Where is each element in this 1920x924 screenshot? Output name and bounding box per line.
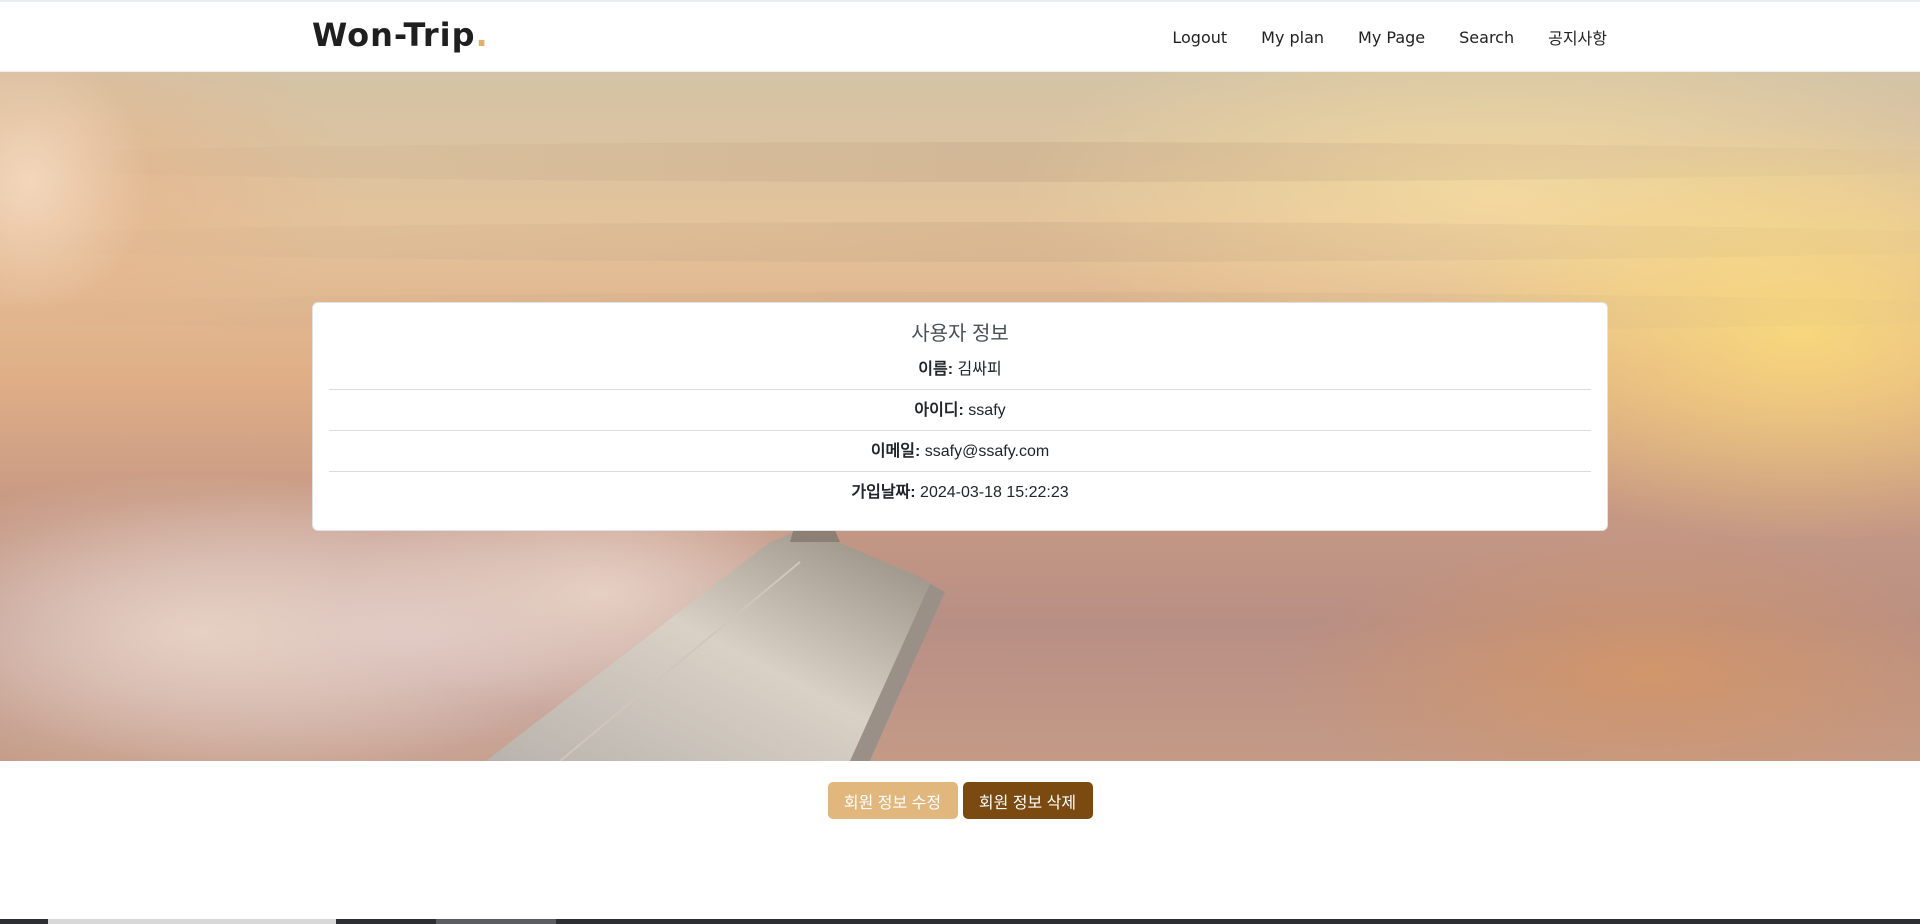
nav-logout[interactable]: Logout <box>1172 28 1227 47</box>
brand-dot: . <box>475 16 489 54</box>
name-value: 김싸피 <box>957 361 1002 378</box>
email-label: 이메일: <box>870 443 921 460</box>
email-value: ssafy@ssafy.com <box>924 443 1050 460</box>
card-title: 사용자 정보 <box>911 323 1009 345</box>
nav-my-page[interactable]: My Page <box>1358 28 1425 47</box>
edit-account-button[interactable]: 회원 정보 수정 <box>827 782 958 819</box>
join-date-label: 가입날짜: <box>851 484 916 501</box>
info-row-join-date: 가입날짜: 2024-03-18 15:22:23 <box>329 472 1591 513</box>
nav-notice[interactable]: 공지사항 <box>1548 25 1607 49</box>
join-date-value: 2024-03-18 15:22:23 <box>920 484 1069 501</box>
nav-search[interactable]: Search <box>1459 28 1514 47</box>
main-nav: Logout My plan My Page Search 공지사항 <box>1172 2 1607 72</box>
top-navbar: Won-Trip. Logout My plan My Page Search … <box>0 2 1920 72</box>
name-label: 이름: <box>918 361 954 378</box>
account-actions: 회원 정보 수정 회원 정보 삭제 <box>0 782 1920 819</box>
brand-logo[interactable]: Won-Trip. <box>312 16 489 54</box>
delete-account-button[interactable]: 회원 정보 삭제 <box>962 782 1093 819</box>
id-label: 아이디: <box>914 402 964 419</box>
brand-name: Won-Trip <box>312 16 476 54</box>
info-row-email: 이메일: ssafy@ssafy.com <box>329 431 1591 472</box>
id-value: ssafy <box>968 402 1006 419</box>
bottom-taskbar-strip <box>0 919 1920 924</box>
info-row-id: 아이디: ssafy <box>329 390 1591 431</box>
nav-my-plan[interactable]: My plan <box>1261 28 1324 47</box>
user-info-card: 사용자 정보 이름: 김싸피 아이디: ssafy 이메일: ssafy@ssa… <box>312 302 1608 531</box>
info-row-name: 이름: 김싸피 <box>329 349 1591 390</box>
